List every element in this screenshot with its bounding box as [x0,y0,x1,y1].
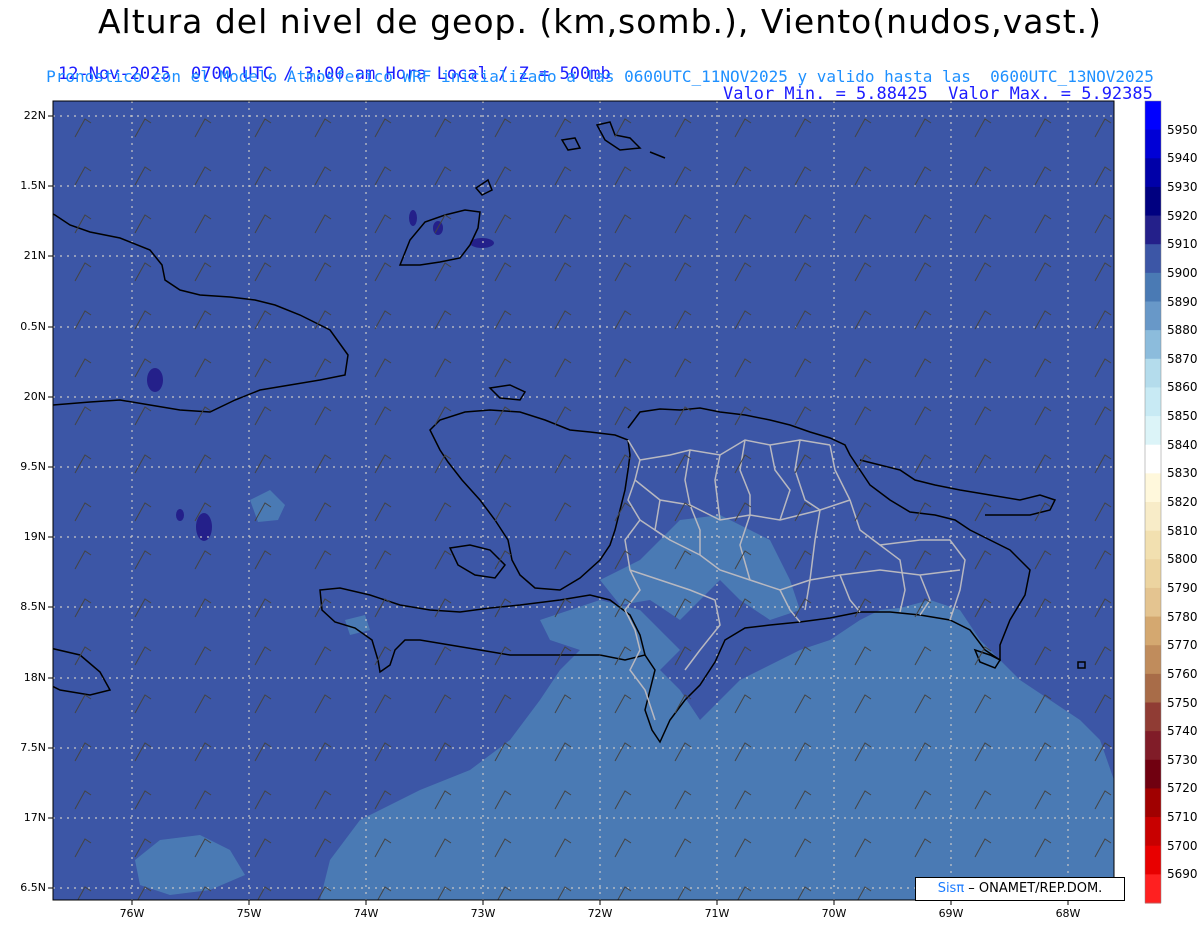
colorbar-label: 5720 [1167,781,1198,796]
colorbar-label: 5700 [1167,838,1198,853]
colorbar-label: 5870 [1167,351,1198,366]
colorbar-label: 5950 [1167,122,1198,137]
colorbar-label: 5730 [1167,752,1198,767]
colorbar-swatch [1145,272,1161,302]
colorbar-label: 5900 [1167,265,1198,280]
lat-label: 6.5N [20,881,46,894]
colorbar-swatch [1145,874,1161,904]
colorbar-swatch [1145,158,1161,188]
colorbar-label: 5930 [1167,179,1198,194]
lon-label: 68W [1055,907,1081,920]
colorbar-label: 5810 [1167,523,1198,538]
colorbar-swatch [1145,444,1161,474]
colorbar-swatch [1145,358,1161,388]
colorbar-swatch [1145,587,1161,618]
colorbar-label: 5710 [1167,810,1198,825]
lat-label: 18N [23,671,46,684]
max-pocket-5 [409,210,417,226]
colorbar-swatch [1145,530,1161,560]
lat-label: 20N [23,390,46,403]
colorbar-swatch [1145,330,1161,360]
colorbar-label: 5860 [1167,380,1198,395]
lat-label: 9.5N [20,460,46,473]
lon-label: 72W [587,907,613,920]
lon-label: 76W [119,907,145,920]
colorbar-label: 5760 [1167,666,1198,681]
lon-label: 74W [353,907,379,920]
colorbar-label: 5830 [1167,466,1198,481]
lat-label: 22N [23,109,46,122]
colorbar-label: 5780 [1167,609,1198,624]
colorbar-swatch [1145,387,1161,417]
colorbar-swatch [1145,817,1161,847]
lon-label: 75W [236,907,262,920]
lat-label: 1.5N [20,179,46,192]
max-pocket-1 [147,368,163,392]
lat-label: 21N [23,249,46,262]
colorbar-swatch [1145,645,1161,675]
colorbar-swatch [1145,301,1161,331]
colorbar-swatch [1145,616,1161,646]
lat-label: 19N [23,530,46,543]
lon-label: 70W [821,907,847,920]
map-canvas [48,100,1162,905]
colorbar-swatch [1145,673,1161,703]
lat-label: 7.5N [20,741,46,754]
colorbar-swatch [1145,759,1161,789]
colorbar-label: 5850 [1167,409,1198,424]
lon-label: 71W [704,907,730,920]
colorbar-label: 5690 [1167,867,1198,882]
colorbar-label: 5740 [1167,724,1198,739]
colorbar-swatch [1145,129,1161,159]
credit-text: – ONAMET/REP.DOM. [964,881,1103,896]
colorbar-label: 5920 [1167,208,1198,223]
colorbar-label: 5750 [1167,695,1198,710]
colorbar-label: 5880 [1167,323,1198,338]
colorbar-label: 5840 [1167,437,1198,452]
colorbar-swatch [1145,101,1161,131]
colorbar-label: 5790 [1167,580,1198,595]
credit-box: Sisπ – ONAMET/REP.DOM. [915,877,1125,901]
colorbar-label: 5770 [1167,638,1198,653]
colorbar-label: 5800 [1167,552,1198,567]
colorbar-swatch [1145,731,1161,761]
colorbar-swatch [1145,845,1161,875]
colorbar-swatch [1145,244,1161,274]
max-pocket-2 [196,513,212,541]
colorbar-label: 5940 [1167,151,1198,166]
colorbar-swatch [1145,473,1161,503]
colorbar [1144,100,1162,904]
colorbar-swatch [1145,502,1161,532]
colorbar-swatch [1145,788,1161,818]
lat-label: 17N [23,811,46,824]
lat-label: 0.5N [20,320,46,333]
colorbar-swatch [1145,416,1161,446]
colorbar-label: 5820 [1167,495,1198,509]
max-pocket-3 [176,509,184,521]
colorbar-swatch [1145,215,1161,245]
lat-label: 8.5N [20,600,46,613]
lon-label: 69W [938,907,964,920]
colorbar-label: 5910 [1167,237,1198,252]
colorbar-swatch [1145,559,1161,589]
colorbar-swatch [1145,702,1161,732]
max-pocket-4 [470,238,494,248]
credit-logo: Sisπ [937,881,965,896]
colorbar-label: 5890 [1167,294,1198,309]
lon-label: 73W [470,907,496,920]
colorbar-swatch [1145,186,1161,217]
